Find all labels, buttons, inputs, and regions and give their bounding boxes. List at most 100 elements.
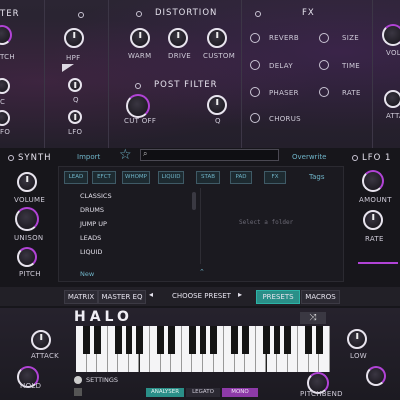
tag-efct[interactable]: EFCT [92, 171, 116, 184]
select-folder-placeholder: Select a folder [239, 219, 294, 226]
synth-unison-knob[interactable] [15, 207, 39, 231]
lfo-title: LFO 1 [362, 153, 392, 163]
black-key[interactable] [199, 326, 207, 354]
overwrite-button[interactable]: Overwrite [292, 153, 326, 161]
tag-whomp[interactable]: WHOMP [122, 171, 150, 184]
black-key[interactable] [189, 326, 196, 354]
fx-item-reverb[interactable]: REVERB [269, 34, 299, 42]
hpf-knob[interactable] [64, 28, 84, 48]
settings-icon[interactable] [74, 376, 82, 384]
tag-liquid[interactable]: LIQUID [158, 171, 184, 184]
fx-param-rate: RATE [342, 89, 361, 97]
analyser-button[interactable]: ANALYSER [146, 388, 184, 397]
black-key[interactable] [114, 326, 122, 354]
collapse-chevron-icon[interactable]: ⌃ [199, 268, 205, 276]
chorus-toggle[interactable] [250, 113, 260, 123]
master-eq-button[interactable]: MASTER EQ [98, 290, 146, 304]
fx-item-delay[interactable]: DELAY [269, 62, 293, 70]
cutoff-knob[interactable] [126, 94, 150, 118]
lfo-rate-knob[interactable] [363, 210, 383, 230]
time-knob[interactable] [319, 60, 329, 70]
search-icon: ⌕ [143, 149, 148, 158]
macros-button[interactable]: MACROS [301, 290, 340, 304]
black-key[interactable] [263, 326, 270, 354]
synth-volume-knob[interactable] [17, 172, 37, 192]
tag-fx[interactable]: FX [264, 171, 286, 184]
fx-title: FX [302, 8, 315, 18]
next-preset-arrow-icon[interactable]: ▸ [238, 290, 242, 299]
lfo-knob[interactable] [68, 110, 82, 124]
size-knob[interactable] [319, 33, 329, 43]
folder-item-jump-up[interactable]: JUMP UP [80, 220, 107, 228]
drive-knob[interactable] [168, 28, 188, 48]
black-key[interactable] [83, 326, 90, 354]
distortion-power-dot[interactable] [136, 11, 142, 17]
black-key[interactable] [231, 326, 239, 354]
delay-toggle[interactable] [250, 60, 260, 70]
mod-knob[interactable] [366, 366, 386, 386]
low-knob-label: LOW [350, 352, 367, 360]
halo-logo: HALO [74, 309, 133, 325]
custom-knob[interactable] [207, 28, 227, 48]
folder-item-leads[interactable]: LEADS [80, 234, 101, 242]
black-key[interactable] [125, 326, 133, 354]
black-key[interactable] [241, 326, 249, 354]
phaser-toggle[interactable] [250, 87, 260, 97]
synth-power-dot[interactable] [8, 155, 14, 161]
q-knob[interactable] [68, 78, 82, 92]
fx-item-phaser[interactable]: PHASER [269, 89, 299, 97]
black-key[interactable] [305, 326, 313, 354]
warm-knob[interactable] [130, 28, 150, 48]
black-key[interactable] [284, 326, 292, 354]
presets-button[interactable]: PRESETS [256, 290, 300, 304]
volume-knob[interactable] [382, 24, 400, 46]
divider [44, 0, 45, 148]
lfo-power-dot[interactable] [352, 155, 358, 161]
black-key[interactable] [273, 326, 281, 354]
post-filter-power-dot[interactable] [135, 83, 141, 89]
synth-title: SYNTH [18, 153, 52, 163]
top-panel-glow [0, 0, 400, 148]
tag-lead[interactable]: LEAD [64, 171, 88, 184]
black-key[interactable] [316, 326, 323, 354]
legato-button[interactable]: LEGATO [186, 388, 220, 397]
power-dot[interactable] [78, 12, 84, 18]
help-icon[interactable] [74, 388, 82, 396]
lfo-amount-knob[interactable] [362, 170, 384, 192]
matrix-button[interactable]: MATRIX [64, 290, 98, 304]
favorite-star-icon[interactable]: ☆ [119, 148, 132, 162]
post-q-knob[interactable] [207, 95, 227, 115]
prev-preset-arrow-icon[interactable]: ◂ [149, 290, 153, 299]
tag-pad[interactable]: PAD [230, 171, 252, 184]
folder-item-classics[interactable]: CLASSICS [80, 192, 112, 200]
attack-knob[interactable] [384, 90, 400, 108]
knob-label: C [0, 98, 6, 106]
synth-pitch-label: PITCH [19, 270, 41, 278]
black-key[interactable] [136, 326, 143, 354]
shuffle-icon[interactable]: ⤨ [300, 312, 326, 324]
reverb-toggle[interactable] [250, 33, 260, 43]
black-key[interactable] [167, 326, 175, 354]
black-key[interactable] [210, 326, 217, 354]
mono-button[interactable]: MONO [222, 388, 258, 397]
new-folder-button[interactable]: New [80, 270, 94, 278]
folder-item-liquid[interactable]: LIQUID [80, 248, 102, 256]
choose-preset-label[interactable]: CHOOSE PRESET [172, 292, 231, 300]
fx-item-chorus[interactable]: CHORUS [269, 115, 301, 123]
tag-stab[interactable]: STAB [196, 171, 220, 184]
attack-knob-label: ATTACK [31, 352, 60, 360]
tags-label[interactable]: Tags [309, 173, 325, 181]
synth-pitch-knob[interactable] [17, 247, 37, 267]
folder-item-drums[interactable]: DRUMS [80, 206, 104, 214]
fx-param-size: SIZE [342, 34, 359, 42]
import-button[interactable]: Import [77, 153, 100, 161]
black-key[interactable] [157, 326, 165, 354]
scrollbar[interactable] [192, 192, 196, 210]
attack-knob[interactable] [31, 330, 51, 350]
rate-knob[interactable] [319, 87, 329, 97]
black-key[interactable] [93, 326, 101, 354]
settings-label[interactable]: SETTINGS [86, 376, 118, 384]
fx-power-dot[interactable] [255, 11, 261, 17]
search-input[interactable]: ⌕ [140, 149, 279, 161]
low-knob[interactable] [347, 329, 367, 349]
